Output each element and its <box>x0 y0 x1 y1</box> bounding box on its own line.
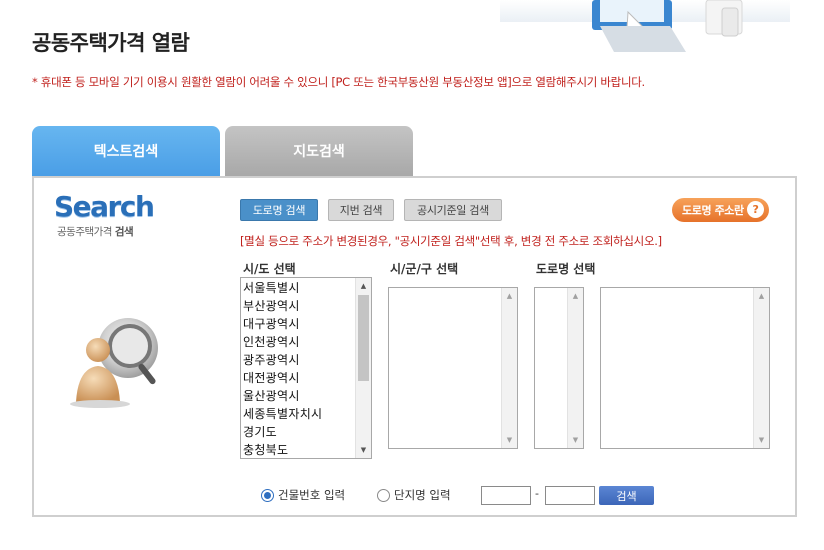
person-magnifier-illustration <box>70 318 158 408</box>
lot-number-search-button[interactable]: 지번 검색 <box>328 199 394 221</box>
sido-scrollbar[interactable]: ▲ ▼ <box>355 278 371 458</box>
scroll-up-icon[interactable]: ▲ <box>356 279 371 293</box>
road-name-search-button[interactable]: 도로명 검색 <box>240 199 318 221</box>
road-label: 도로명 선택 <box>536 262 596 276</box>
scroll-down-icon[interactable]: ▼ <box>502 433 517 447</box>
mobile-notice: * 휴대폰 등 모바일 기기 이용시 원활한 열람이 어려울 수 있으니 [PC… <box>32 75 645 89</box>
building-number-radio[interactable] <box>261 488 274 502</box>
list-item[interactable]: 부산광역시 <box>243 297 353 315</box>
road-address-info-button[interactable]: 도로명 주소란 ? <box>672 198 769 222</box>
tab-map-search[interactable]: 지도검색 <box>225 126 413 176</box>
search-logo: Search <box>54 190 155 223</box>
monitor-illustration <box>500 0 790 52</box>
sido-options: 서울특별시 부산광역시 대구광역시 인천광역시 광주광역시 대전광역시 울산광역… <box>243 279 353 458</box>
scroll-up-icon[interactable]: ▲ <box>502 289 517 303</box>
sigungu-listbox[interactable]: ▲ ▼ <box>388 287 518 449</box>
building-number-option[interactable]: 건물번호 입력 <box>261 487 345 503</box>
sido-listbox[interactable]: 서울특별시 부산광역시 대구광역시 인천광역시 광주광역시 대전광역시 울산광역… <box>240 277 372 459</box>
list-item[interactable]: 세종특별자치시 <box>243 405 353 423</box>
list-item[interactable]: 광주광역시 <box>243 351 353 369</box>
range-dash: - <box>535 487 539 500</box>
building-number-label: 건물번호 입력 <box>278 488 346 502</box>
list-item[interactable]: 서울특별시 <box>243 279 353 297</box>
complex-name-option[interactable]: 단지명 입력 <box>377 487 451 503</box>
page-title: 공동주택가격 열람 <box>32 31 190 55</box>
building-number-to-input[interactable] <box>545 486 595 505</box>
scroll-down-icon[interactable]: ▼ <box>754 433 769 447</box>
search-button[interactable]: 검색 <box>599 486 654 505</box>
logo-sub-prefix: 공동주택가격 <box>57 226 112 238</box>
road-initial-listbox[interactable]: ▲ ▼ <box>534 287 584 449</box>
road-initial-scrollbar[interactable]: ▲ ▼ <box>567 288 583 448</box>
scroll-up-icon[interactable]: ▲ <box>754 289 769 303</box>
scroll-down-icon[interactable]: ▼ <box>568 433 583 447</box>
list-item[interactable]: 대구광역시 <box>243 315 353 333</box>
scroll-down-icon[interactable]: ▼ <box>356 443 371 457</box>
list-item[interactable]: 인천광역시 <box>243 333 353 351</box>
scrollbar-thumb[interactable] <box>358 295 369 381</box>
complex-name-radio[interactable] <box>377 488 390 502</box>
list-item[interactable]: 충청북도 <box>243 441 353 458</box>
list-item[interactable]: 울산광역시 <box>243 387 353 405</box>
address-change-hint: [멸실 등으로 주소가 변경된경우, "공시기준일 검색"선택 후, 변경 전 … <box>240 234 662 248</box>
complex-name-label: 단지명 입력 <box>394 488 451 502</box>
help-icon: ? <box>747 201 764 218</box>
logo-sub-bold: 검색 <box>114 226 134 238</box>
building-number-from-input[interactable] <box>481 486 531 505</box>
tab-text-search[interactable]: 텍스트검색 <box>32 126 220 176</box>
scroll-up-icon[interactable]: ▲ <box>568 289 583 303</box>
sigungu-scrollbar[interactable]: ▲ ▼ <box>501 288 517 448</box>
base-date-search-button[interactable]: 공시기준일 검색 <box>404 199 502 221</box>
road-name-scrollbar[interactable]: ▲ ▼ <box>753 288 769 448</box>
list-item[interactable]: 경기도 <box>243 423 353 441</box>
list-item[interactable]: 대전광역시 <box>243 369 353 387</box>
road-name-listbox[interactable]: ▲ ▼ <box>600 287 770 449</box>
search-logo-subtitle: 공동주택가격 검색 <box>57 224 134 239</box>
road-address-info-label: 도로명 주소란 <box>682 204 744 217</box>
sido-label: 시/도 선택 <box>243 262 296 276</box>
sigungu-label: 시/군/구 선택 <box>390 262 459 276</box>
